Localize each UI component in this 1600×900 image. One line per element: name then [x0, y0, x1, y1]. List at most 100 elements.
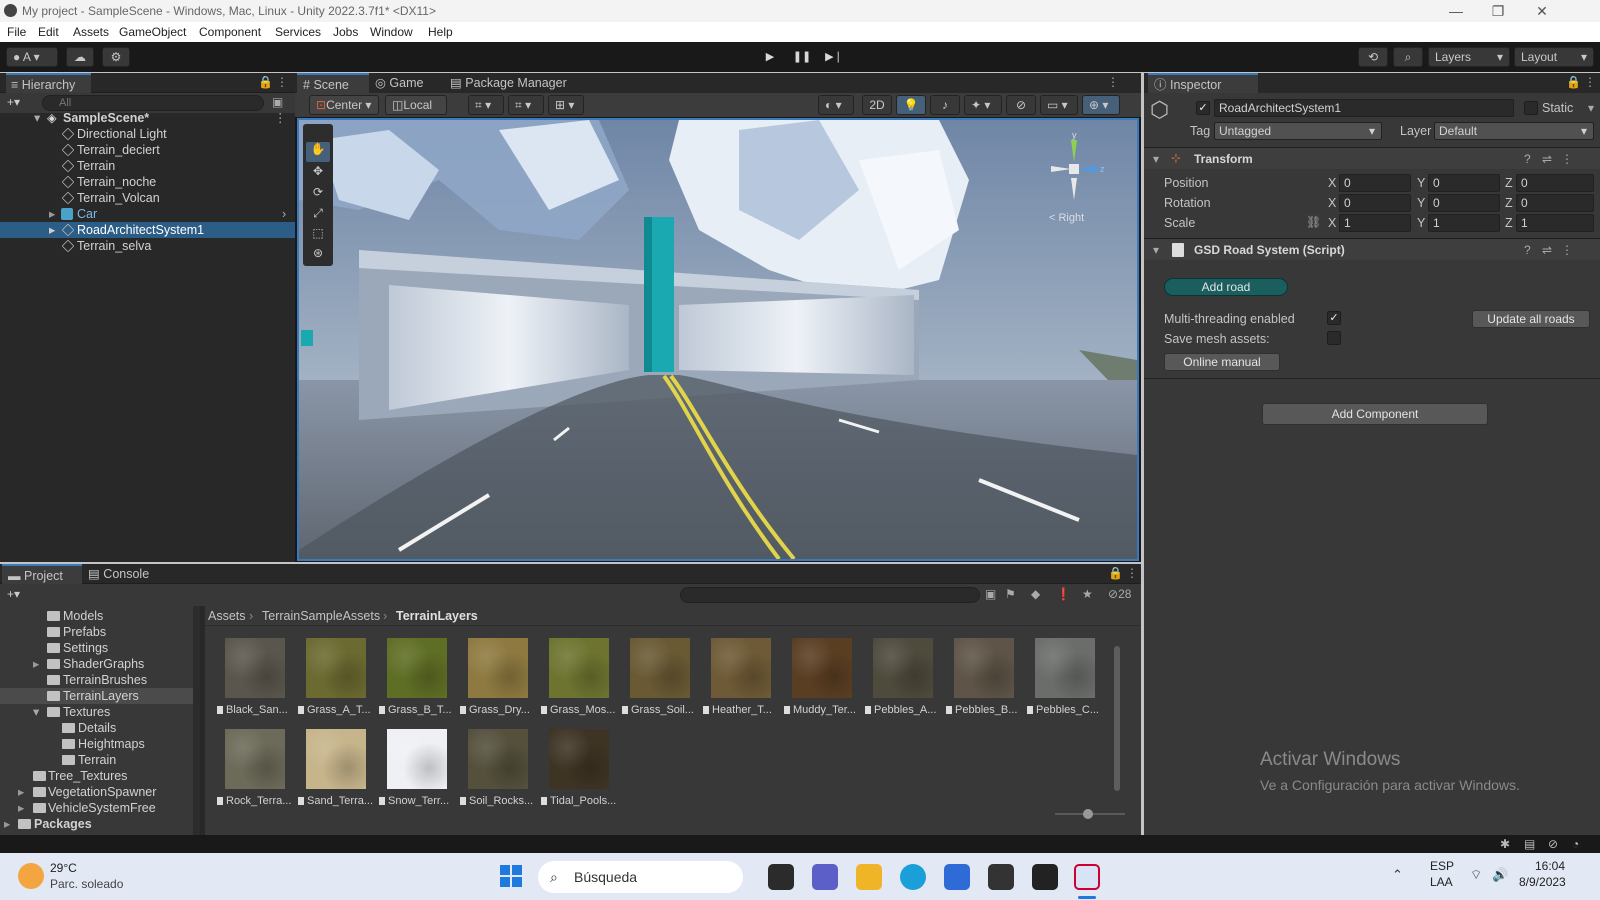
- file-explorer-icon[interactable]: [856, 864, 882, 890]
- asset-item[interactable]: Pebbles_B...: [944, 636, 1024, 726]
- scene-viewport[interactable]: ✋ ✥ ⟳ ⤢ ⬚ ⊛ y z < Right: [297, 118, 1139, 561]
- breadcrumb-item[interactable]: Assets: [208, 606, 246, 626]
- folder-item[interactable]: Settings: [0, 640, 195, 656]
- asset-item[interactable]: Snow_Terr...: [377, 727, 457, 817]
- active-checkbox[interactable]: ✓: [1196, 101, 1210, 115]
- collapse-arrow-icon[interactable]: ▾: [1153, 152, 1159, 166]
- grid-visibility-button[interactable]: ⌗ ▾: [508, 95, 544, 115]
- clock-time[interactable]: 16:04: [1535, 859, 1565, 873]
- tab-game[interactable]: ◎ Game: [375, 73, 445, 93]
- static-checkbox[interactable]: [1524, 101, 1538, 115]
- zoom-slider-thumb[interactable]: [1083, 809, 1093, 819]
- static-dropdown-icon[interactable]: ▾: [1588, 101, 1594, 115]
- folder-item[interactable]: Tree_Textures: [0, 768, 195, 784]
- scale-z-field[interactable]: 1: [1516, 214, 1594, 232]
- volume-icon[interactable]: 🔊: [1492, 867, 1508, 883]
- tab-scene[interactable]: # Scene: [297, 73, 369, 93]
- tab-project[interactable]: ▬ Project: [2, 564, 82, 584]
- clock-date[interactable]: 8/9/2023: [1519, 875, 1566, 889]
- folder-item[interactable]: Details: [0, 720, 195, 736]
- lock-icon[interactable]: 🔒: [258, 75, 273, 89]
- layout-dropdown[interactable]: Layout ▾: [1514, 47, 1594, 67]
- add-icon[interactable]: +▾: [7, 95, 20, 109]
- add-component-button[interactable]: Add Component: [1262, 403, 1488, 425]
- grid-snap-button[interactable]: ⌗ ▾: [468, 95, 504, 115]
- folder-item[interactable]: ▸ VehicleSystemFree: [0, 800, 195, 816]
- asset-item[interactable]: Black_San...: [215, 636, 295, 726]
- orientation-gizmo[interactable]: y z < Right: [1039, 130, 1109, 224]
- expand-arrow-icon[interactable]: ▸: [33, 656, 39, 672]
- camera-button[interactable]: ▭ ▾: [1040, 95, 1078, 115]
- weather-icon[interactable]: [18, 863, 44, 889]
- folder-item[interactable]: ▾ Textures: [0, 704, 195, 720]
- scale-tool-icon[interactable]: ⤢: [306, 206, 330, 226]
- taskbar-search[interactable]: ⌕ Búsqueda: [538, 861, 743, 893]
- audio-icon[interactable]: ♪: [930, 95, 960, 115]
- menu-gameobject[interactable]: GameObject: [119, 25, 186, 39]
- rotation-x-field[interactable]: 0: [1339, 194, 1411, 212]
- tab-inspector[interactable]: ⓘ Inspector: [1148, 73, 1258, 93]
- folder-item[interactable]: Models: [0, 608, 195, 624]
- menu-services[interactable]: Services: [275, 25, 321, 39]
- cache-icon[interactable]: ▤: [1524, 837, 1535, 851]
- weather-temp[interactable]: 29°C: [50, 861, 77, 875]
- scale-y-field[interactable]: 1: [1428, 214, 1500, 232]
- play-icon[interactable]: ▶: [755, 47, 785, 67]
- hierarchy-item[interactable]: ▸ Car ›: [0, 206, 295, 222]
- menu-jobs[interactable]: Jobs: [333, 25, 358, 39]
- expand-arrow-icon[interactable]: ▾: [34, 110, 40, 126]
- tab-hierarchy[interactable]: ≡ Hierarchy: [6, 73, 91, 93]
- filter-type-icon[interactable]: ⚑: [1005, 587, 1016, 601]
- pause-icon[interactable]: ❚❚: [787, 47, 817, 67]
- tab-package-manager[interactable]: ▤ Package Manager: [450, 73, 590, 93]
- tag-dropdown[interactable]: Untagged ▾: [1214, 122, 1382, 140]
- multithreading-checkbox[interactable]: ✓: [1327, 311, 1341, 325]
- search-by-type-icon[interactable]: ▣: [985, 587, 996, 601]
- move-tool-icon[interactable]: ✥: [306, 164, 330, 184]
- lock-icon[interactable]: 🔒: [1108, 566, 1123, 580]
- folder-item[interactable]: Heightmaps: [0, 736, 195, 752]
- folder-item[interactable]: ▸ Packages: [0, 816, 195, 832]
- asset-item[interactable]: Soil_Rocks...: [458, 727, 538, 817]
- expand-arrow-icon[interactable]: ▸: [4, 816, 10, 832]
- asset-item[interactable]: Tidal_Pools...: [539, 727, 619, 817]
- menu-window[interactable]: Window: [370, 25, 413, 39]
- lock-icon[interactable]: 🔒: [1566, 75, 1581, 89]
- breadcrumb-item[interactable]: TerrainSampleAssets: [262, 606, 380, 626]
- folder-item[interactable]: ▸ ShaderGraphs: [0, 656, 195, 672]
- menu-component[interactable]: Component: [199, 25, 261, 39]
- folder-item-selected[interactable]: TerrainLayers: [0, 688, 195, 704]
- unity-editor-icon[interactable]: [1074, 864, 1100, 890]
- grid-scrollbar[interactable]: [1111, 628, 1123, 808]
- hierarchy-item[interactable]: Terrain_selva: [0, 238, 295, 254]
- asset-item[interactable]: Pebbles_C...: [1025, 636, 1105, 726]
- store-icon[interactable]: [944, 864, 970, 890]
- hidden-objects-icon[interactable]: ⊘: [1006, 95, 1036, 115]
- scene-menu-icon[interactable]: ⋮: [274, 110, 287, 126]
- update-all-roads-button[interactable]: Update all roads: [1472, 310, 1590, 328]
- add-road-button[interactable]: Add road: [1164, 278, 1288, 296]
- layer-dropdown[interactable]: Default ▾: [1434, 122, 1594, 140]
- shading-mode-button[interactable]: ◐ ▾: [818, 95, 854, 115]
- preset-icon[interactable]: ⇌: [1542, 243, 1552, 257]
- tab-console[interactable]: ▤ Console: [88, 564, 168, 584]
- create-icon[interactable]: +▾: [7, 587, 20, 601]
- scrollbar-thumb[interactable]: [1114, 646, 1120, 791]
- effects-button[interactable]: ✦ ▾: [964, 95, 1002, 115]
- collab-icon[interactable]: ⚙: [102, 47, 130, 67]
- expand-arrow-icon[interactable]: ▸: [18, 800, 24, 816]
- close-button[interactable]: ✕: [1522, 1, 1562, 21]
- expand-arrow-icon[interactable]: ▸: [18, 784, 24, 800]
- more-icon[interactable]: ⋮: [1126, 566, 1138, 580]
- more-icon[interactable]: ⋮: [276, 75, 288, 89]
- lighting-icon[interactable]: 💡: [896, 95, 926, 115]
- help-icon[interactable]: ?: [1524, 152, 1531, 166]
- asset-item[interactable]: Heather_T...: [701, 636, 781, 726]
- language-label[interactable]: ESP: [1430, 859, 1454, 873]
- breadcrumb-item-current[interactable]: TerrainLayers: [396, 606, 478, 626]
- chat-icon[interactable]: [812, 864, 838, 890]
- scale-x-field[interactable]: 1: [1339, 214, 1411, 232]
- preset-icon[interactable]: ⇌: [1542, 152, 1552, 166]
- project-search-input[interactable]: [680, 587, 980, 603]
- rotation-z-field[interactable]: 0: [1516, 194, 1594, 212]
